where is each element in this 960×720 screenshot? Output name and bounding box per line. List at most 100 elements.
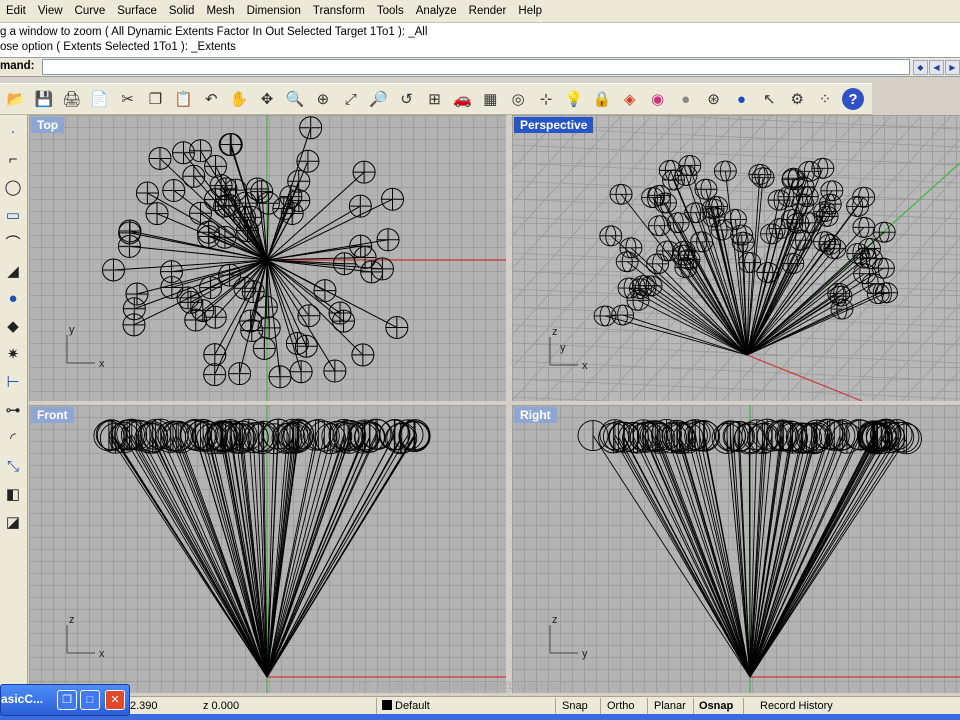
restore-icon[interactable]: ❐ (57, 690, 77, 710)
taskbar (0, 714, 960, 720)
car-icon[interactable]: 🚗 (451, 88, 473, 110)
axis-label: x (99, 358, 105, 370)
menu-edit[interactable]: Edit (0, 0, 32, 22)
mesh-tool-icon[interactable]: ◆ (1, 316, 25, 338)
zoom-selected-icon[interactable]: 🔎 (368, 88, 390, 110)
menu-help[interactable]: Help (512, 0, 548, 22)
layer-color-swatch[interactable] (382, 700, 392, 710)
save-icon[interactable]: 💾 (33, 88, 55, 110)
four-viewports-icon[interactable]: ⊞ (424, 88, 446, 110)
axis-label: y (560, 342, 566, 354)
maximize-icon[interactable]: □ (80, 690, 100, 710)
surface-icon[interactable]: ◢ (1, 261, 25, 283)
explode-icon[interactable]: ✷ (1, 344, 25, 366)
circle-icon[interactable]: ◯ (1, 177, 25, 199)
paste-icon[interactable]: 📋 (172, 88, 194, 110)
viewport-title-top[interactable]: Top (31, 117, 65, 133)
dimension-icon[interactable]: ⊢ (1, 372, 25, 394)
history-line-1: g a window to zoom ( All Dynamic Extents… (0, 26, 428, 38)
transform-icon[interactable]: ⤡ (1, 456, 25, 478)
menu-transform[interactable]: Transform (307, 0, 371, 22)
command-label: mand: (0, 60, 35, 72)
taskbar-window-label[interactable]: asicC... (1, 692, 43, 706)
mesh-icon[interactable]: ▦ (479, 88, 501, 110)
axis-label: x (99, 648, 105, 660)
axis-label: z (552, 614, 558, 626)
lock-icon[interactable]: 🔒 (591, 88, 613, 110)
close-icon[interactable]: ✕ (105, 690, 125, 710)
pan-icon[interactable]: ✋ (228, 88, 250, 110)
rectangle-icon[interactable]: ▭ (1, 205, 25, 227)
status-coordinate-y: 2.390 (130, 700, 158, 712)
grid-points-icon[interactable]: ⁘ (814, 88, 836, 110)
menu-curve[interactable]: Curve (69, 0, 112, 22)
layer-icon[interactable]: ◈ (619, 88, 641, 110)
lightbulb-icon[interactable]: 💡 (563, 88, 585, 110)
menu-solid[interactable]: Solid (163, 0, 201, 22)
command-history-next-icon[interactable]: ▶ (945, 60, 960, 75)
command-spin-icon[interactable]: ◆ (913, 60, 928, 75)
top-view-geometry: yx (66, 115, 506, 401)
polyline-icon[interactable]: ⌐ (1, 149, 25, 171)
osnap-toggle[interactable]: Osnap (699, 699, 733, 713)
menu-render[interactable]: Render (463, 0, 513, 22)
point-icon[interactable]: · (1, 121, 25, 143)
taskbar-window-button[interactable]: asicC... ❐ □ ✕ (0, 684, 130, 716)
planar-toggle[interactable]: Planar (654, 699, 686, 713)
analyze-icon[interactable]: ◧ (1, 484, 25, 506)
viewport-right[interactable]: Right z y (512, 405, 960, 693)
menu-analyze[interactable]: Analyze (410, 0, 463, 22)
rotate-view-icon[interactable]: ✥ (256, 88, 278, 110)
viewport-title-right[interactable]: Right (514, 407, 557, 423)
record-history-toggle[interactable]: Record History (760, 699, 833, 713)
undo-view-icon[interactable]: ↺ (396, 88, 418, 110)
copy-icon[interactable]: ❐ (145, 88, 167, 110)
perspective-view-geometry: z x y (512, 115, 960, 401)
circle-target-icon[interactable]: ◎ (507, 88, 529, 110)
axis-label: z (552, 326, 558, 338)
command-history-prev-icon[interactable]: ◀ (929, 60, 944, 75)
axis-label: y (582, 648, 588, 660)
folder-open-icon[interactable]: 📂 (5, 88, 27, 110)
help-icon[interactable]: ? (842, 88, 864, 110)
menu-view[interactable]: View (32, 0, 69, 22)
command-input[interactable] (42, 59, 910, 75)
status-layer[interactable]: Default (395, 699, 430, 713)
viewport-title-perspective[interactable]: Perspective (514, 117, 594, 133)
control-points-icon[interactable]: ⊶ (1, 400, 25, 422)
command-line: mand: ◆ ◀ ▶ (0, 58, 960, 77)
zoom-extents-icon[interactable]: ⤢ (340, 88, 362, 110)
render-tool-icon[interactable]: ◪ (1, 512, 25, 534)
render-sphere-icon[interactable]: ● (675, 88, 697, 110)
viewport-top[interactable]: Top yx (29, 115, 506, 401)
menu-surface[interactable]: Surface (111, 0, 163, 22)
axis-label: y (69, 324, 75, 336)
viewport-title-front[interactable]: Front (31, 407, 74, 423)
grid-sphere-icon[interactable]: ⊛ (703, 88, 725, 110)
gear-icon[interactable]: ⚙ (786, 88, 808, 110)
page-setup-icon[interactable]: 📄 (89, 88, 111, 110)
ortho-toggle[interactable]: Ortho (607, 699, 635, 713)
color-wheel-icon[interactable]: ◉ (647, 88, 669, 110)
main-toolbar: · ⌐ ◯ ▭ ⌒ ◢ ● ◆ ✷ ⊢ ⊶ ◜ ⤡ ◧ ◪ (0, 115, 28, 695)
menu-dimension[interactable]: Dimension (241, 0, 307, 22)
menu-tools[interactable]: Tools (371, 0, 410, 22)
cut-icon[interactable]: ✂ (117, 88, 139, 110)
pointer-icon[interactable]: ↖ (758, 88, 780, 110)
undo-icon[interactable]: ↶ (200, 88, 222, 110)
menu-bar: Edit View Curve Surface Solid Mesh Dimension Tr… (0, 0, 960, 23)
zoom-window-icon[interactable]: ⊕ (312, 88, 334, 110)
zoom-icon[interactable]: 🔍 (284, 88, 306, 110)
solid-sphere-icon[interactable]: ● (1, 288, 25, 310)
menu-mesh[interactable]: Mesh (200, 0, 240, 22)
viewport-perspective[interactable]: z x y Perspective (512, 115, 960, 401)
fillet-icon[interactable]: ◜ (1, 428, 25, 450)
status-coordinate-z: z 0.000 (203, 700, 240, 712)
arc-icon[interactable]: ⌒ (1, 233, 25, 255)
status-bar: 2.390 z 0.000 Default Snap Ortho Planar … (0, 696, 960, 715)
print-icon[interactable]: 🖨 (61, 88, 83, 110)
blue-sphere-icon[interactable]: ● (730, 88, 752, 110)
snap-toggle[interactable]: Snap (562, 699, 588, 713)
viewport-front[interactable]: Front zx (29, 405, 506, 693)
snap-icon[interactable]: ⊹ (535, 88, 557, 110)
